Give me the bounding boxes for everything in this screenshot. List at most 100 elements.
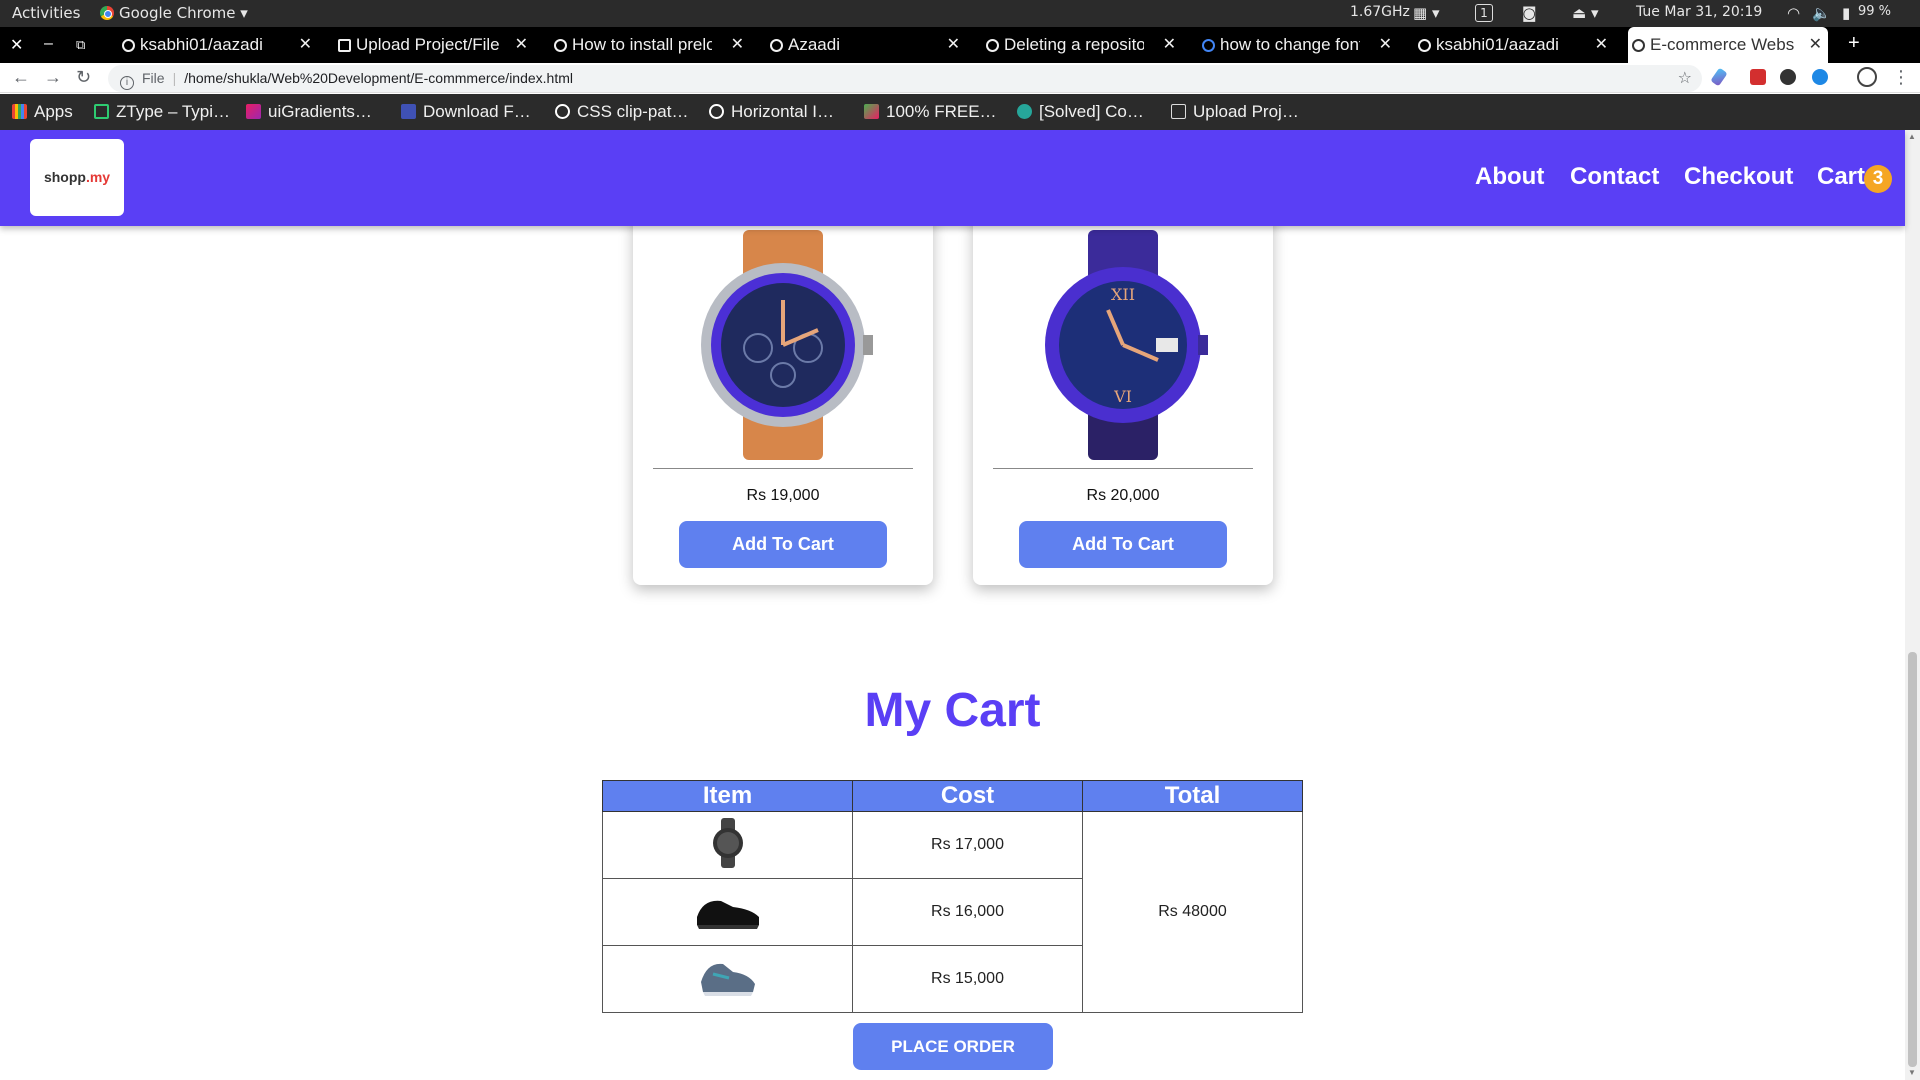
clock[interactable]: Tue Mar 31, 20:19 [1636,4,1762,20]
wifi-icon[interactable]: ◠ [1787,4,1800,22]
place-order-button[interactable]: PLACE ORDER [853,1023,1053,1070]
minimize-window-icon[interactable]: – [44,35,53,53]
profile-avatar-icon[interactable] [1857,67,1877,87]
bookmark-free[interactable]: 100% FREE… [864,102,997,122]
apps-grid-icon [12,104,27,119]
bookmark-download[interactable]: Download F… [401,102,531,122]
add-to-cart-button[interactable]: Add To Cart [1019,521,1227,568]
cpu-indicator[interactable]: 1.67GHz [1350,4,1410,20]
table-row: Rs 17,000 Rs 48000 [602,811,1303,1013]
item-cost: Rs 16,000 [852,878,1083,946]
app-name: Google Chrome [119,4,236,22]
forward-arrow-icon[interactable]: → [44,67,62,88]
url-scheme: File [142,70,165,86]
chrome-icon [100,6,114,20]
bookmark-solved[interactable]: [Solved] Co… [1017,102,1144,122]
url-text[interactable]: /home/shukla/Web%20Development/E-commmer… [184,70,573,86]
bookmark-uigradients[interactable]: uiGradients… [246,102,372,122]
item-cost: Rs 15,000 [852,945,1083,1013]
system-top-bar: Activities Google Chrome ▾ 1.67GHz ▦ ▾ 1… [0,0,1920,27]
tab-strip: ✕ – ⧉ ksabhi01/aazadi ✕ Upload Project/Fi… [0,27,1920,63]
blue-extension-icon[interactable] [1812,69,1828,85]
new-tab-button[interactable]: + [1848,32,1860,55]
reload-icon[interactable]: ↻ [76,67,91,88]
bookmark-horizontal[interactable]: Horizontal I… [709,102,834,122]
bookmarks-bar: Apps ZType – Typi… uiGradients… Download… [0,94,1920,130]
globe-icon [770,39,783,52]
item-thumbnail-cell [602,878,853,946]
cart-header-row: Item Cost Total [602,780,1303,812]
tab-close-icon[interactable]: ✕ [1163,27,1176,63]
scroll-up-icon[interactable]: ▲ [1908,132,1916,141]
cart-count-badge[interactable]: 3 [1864,165,1892,193]
battery-icon[interactable]: ▮ [1842,4,1850,22]
bookmark-ztype[interactable]: ZType – Typi… [94,102,230,122]
codepen-icon [555,104,570,119]
nav-contact-link[interactable]: Contact [1570,163,1659,191]
watch-purple-image: XII VI [1045,230,1208,460]
uigradients-icon [246,104,261,119]
tab-ecommerce-website[interactable]: E-commerce Websi ✕ [1628,27,1828,63]
tab-github-aazadi-2[interactable]: ksabhi01/aazadi ✕ [1414,27,1614,63]
tm-icon [338,39,351,52]
more-menu-icon[interactable]: ⋮ [1892,67,1910,88]
screenshot-icon[interactable]: ◙ [1522,4,1537,22]
tab-azaadi[interactable]: Azaadi ✕ [766,27,966,63]
scroll-down-icon[interactable]: ▼ [1908,1068,1916,1077]
download-site-icon [401,104,416,119]
black-shoe-thumbnail-image [696,900,759,929]
restore-window-icon[interactable]: ⧉ [76,37,85,53]
bookmark-upload-project[interactable]: Upload Proj… [1171,102,1299,122]
close-window-icon[interactable]: ✕ [10,35,23,55]
bookmark-css-clip-path[interactable]: CSS clip-pat… [555,102,688,122]
cart-table: Item Cost Total Rs 17,000 Rs 48000 Rs 16… [602,780,1303,1013]
activities-button[interactable]: Activities [12,4,80,22]
tab-close-icon[interactable]: ✕ [299,27,312,63]
item-thumbnail-cell [602,945,853,1013]
product-price: Rs 20,000 [1086,487,1160,504]
grey-shoe-thumbnail-image [700,963,755,996]
address-bar[interactable]: i File |/home/shukla/Web%20Development/E-c… [108,65,1702,92]
tab-close-icon[interactable]: ✕ [515,27,528,63]
battery-level: 99 % [1858,4,1892,19]
github-icon [986,39,999,52]
svg-text:VI: VI [1113,387,1132,406]
bookmark-apps[interactable]: Apps [12,102,73,122]
item-thumbnail-cell [602,811,853,879]
github-icon [122,39,135,52]
cart-total: Rs 48000 [1082,811,1303,1013]
site-logo[interactable]: shopp.my [30,139,124,216]
tab-close-icon[interactable]: ✕ [1379,27,1392,63]
tab-deleting-repository[interactable]: Deleting a reposito ✕ [982,27,1182,63]
svg-text:XII: XII [1111,285,1135,304]
tab-close-icon[interactable]: ✕ [731,27,744,63]
tab-close-icon[interactable]: ✕ [1809,27,1822,63]
nav-about-link[interactable]: About [1475,163,1544,191]
nav-cart-link[interactable]: Cart [1817,163,1865,191]
tab-github-aazadi[interactable]: ksabhi01/aazadi ✕ [118,27,318,63]
tab-change-font[interactable]: how to change font ✕ [1198,27,1398,63]
github-icon [1418,39,1431,52]
tab-install-preloader[interactable]: How to install prelo ✕ [550,27,750,63]
site-navbar: shopp.my About Contact Checkout Cart 3 [0,130,1905,226]
eject-icon[interactable]: ⏏ ▾ [1572,4,1598,22]
tab-close-icon[interactable]: ✕ [947,27,960,63]
tab-close-icon[interactable]: ✕ [1595,27,1608,63]
browser-toolbar: ← → ↻ i File |/home/shukla/Web%20Developme… [0,63,1920,93]
bookmark-star-icon[interactable]: ☆ [1678,65,1692,92]
info-icon[interactable]: i [120,76,134,90]
cpu-chip-icon[interactable]: ▦ ▾ [1413,4,1439,22]
header-item: Item [602,780,853,812]
tab-upload-project[interactable]: Upload Project/File ✕ [334,27,534,63]
volume-icon[interactable]: 🔈 [1812,4,1831,22]
pen-extension-icon[interactable] [1710,67,1728,87]
workspace-indicator[interactable]: 1 [1475,4,1493,22]
red-extension-icon[interactable] [1750,69,1766,85]
dark-extension-icon[interactable] [1780,69,1796,85]
back-arrow-icon[interactable]: ← [12,67,30,88]
add-to-cart-button[interactable]: Add To Cart [679,521,887,568]
app-menu[interactable]: Google Chrome ▾ [100,4,248,22]
nav-checkout-link[interactable]: Checkout [1684,163,1793,191]
scroll-thumb[interactable] [1908,652,1917,1067]
page-scrollbar[interactable]: ▲ ▼ [1905,130,1920,1080]
